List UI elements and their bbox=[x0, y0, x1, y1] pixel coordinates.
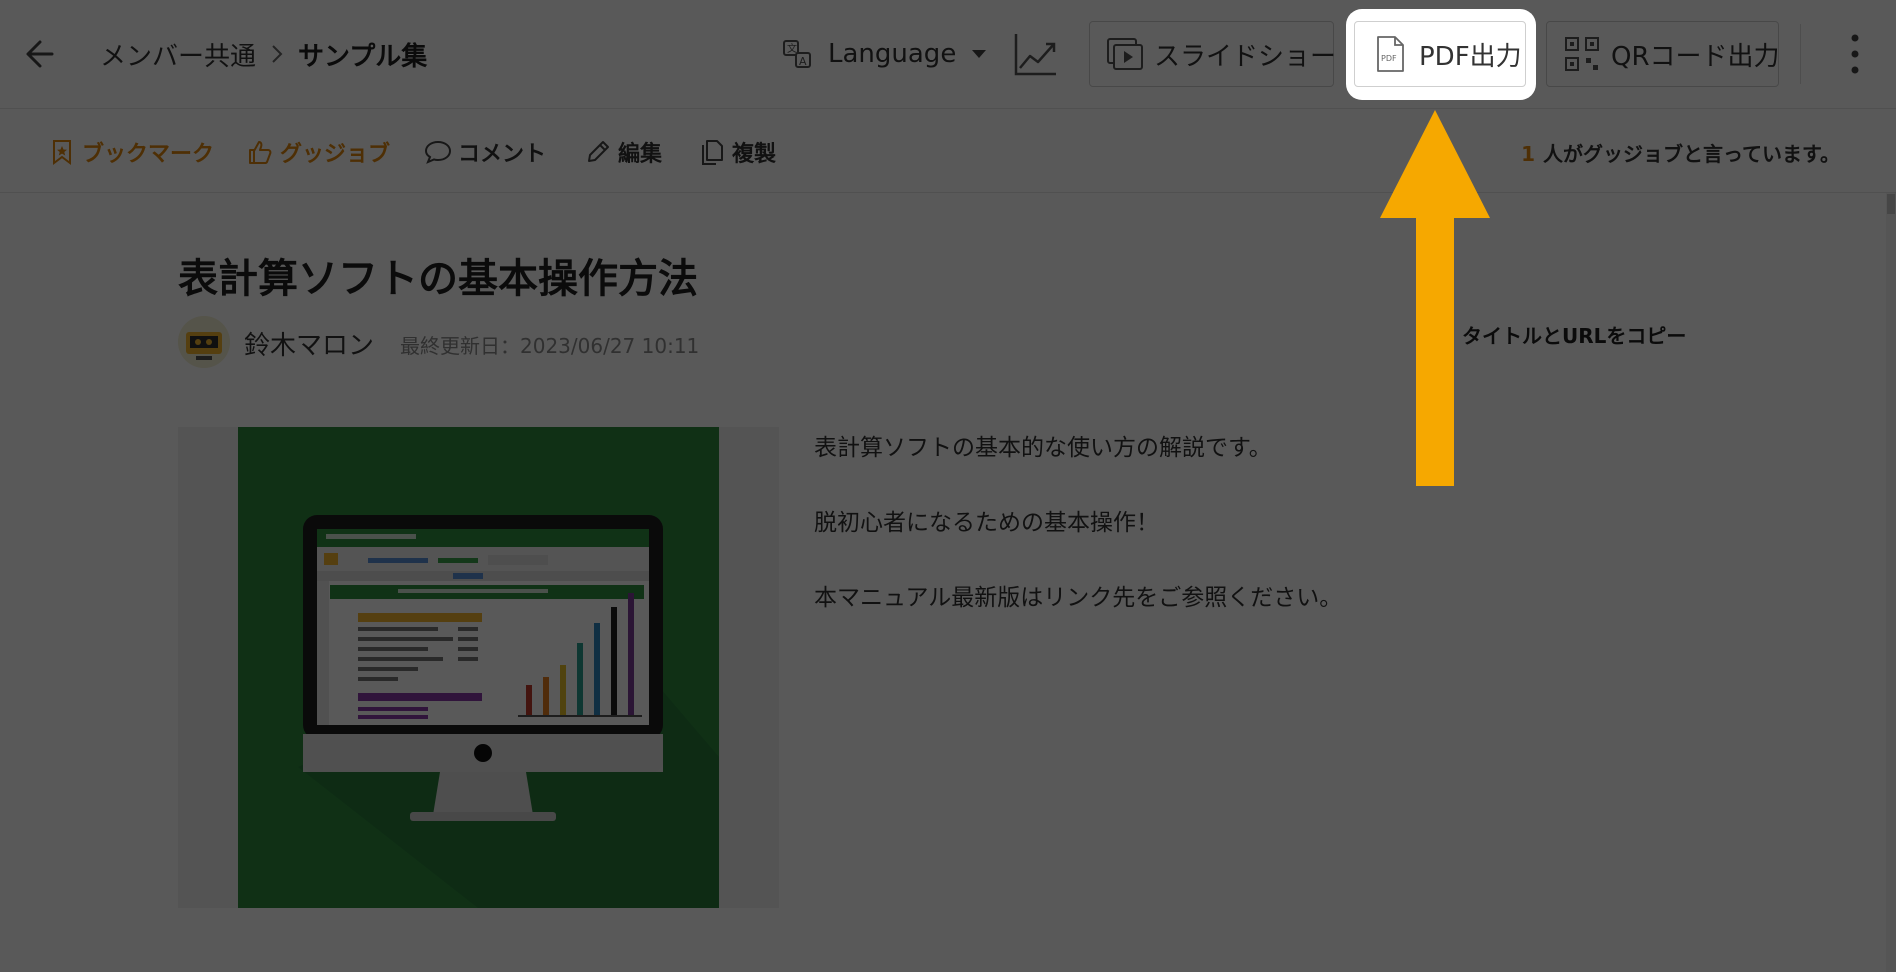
breadcrumb: メンバー共通 サンプル集 bbox=[100, 34, 427, 74]
goodjob-button[interactable]: グッジョブ bbox=[246, 134, 390, 170]
scrollbar-track[interactable] bbox=[1886, 193, 1896, 972]
bookmark-icon bbox=[53, 140, 71, 165]
goodjob-count-number[interactable]: 1 bbox=[1521, 142, 1535, 166]
svg-text:PDF: PDF bbox=[1381, 54, 1397, 63]
qr-code-icon bbox=[1565, 37, 1599, 71]
description-line: 脱初心者になるための基本操作！ bbox=[814, 510, 1159, 536]
duplicate-label: 複製 bbox=[732, 142, 777, 167]
bookmark-label: ブックマーク bbox=[82, 142, 215, 167]
svg-text:文: 文 bbox=[787, 42, 797, 55]
avatar[interactable] bbox=[178, 316, 230, 368]
slideshow-button[interactable]: スライドショー bbox=[1089, 21, 1337, 87]
thumbs-up-icon bbox=[249, 141, 272, 164]
last-updated: 最終更新日：2023/06/27 10:11 bbox=[400, 334, 700, 358]
edit-label: 編集 bbox=[618, 142, 663, 167]
scrollbar-thumb[interactable] bbox=[1887, 194, 1895, 214]
breadcrumb-current: サンプル集 bbox=[298, 41, 428, 72]
edit-button[interactable]: 編集 bbox=[584, 134, 662, 170]
pdf-export-label: PDF出力 bbox=[1419, 41, 1522, 72]
pdf-file-icon: PDF bbox=[1377, 36, 1404, 72]
duplicate-icon bbox=[702, 140, 723, 165]
pointer-arrow bbox=[1380, 110, 1490, 486]
chevron-right-icon bbox=[272, 45, 283, 63]
language-label: Language bbox=[828, 39, 957, 69]
highlight-spotlight: PDF PDF出力 bbox=[1346, 9, 1536, 100]
arrow-left-icon bbox=[26, 40, 54, 68]
arrow-up-icon bbox=[1380, 110, 1490, 486]
slideshow-label: スライドショー bbox=[1154, 41, 1337, 72]
article-thumbnail bbox=[178, 427, 779, 908]
app-window: メンバー共通 サンプル集 文 A Language スライドショー QRコード出… bbox=[0, 0, 1896, 972]
duplicate-button[interactable]: 複製 bbox=[698, 134, 776, 170]
header-bar: メンバー共通 サンプル集 文 A Language スライドショー QRコード出… bbox=[0, 0, 1896, 109]
analytics-button[interactable] bbox=[1012, 30, 1060, 78]
goodjob-count-text: 1 人がグッジョブと言っています。 bbox=[1521, 138, 1840, 167]
author-name[interactable]: 鈴木マロン bbox=[244, 325, 374, 362]
caret-down-icon bbox=[972, 50, 987, 58]
pencil-icon bbox=[588, 141, 609, 162]
translate-icon: 文 A bbox=[783, 40, 811, 68]
svg-text:A: A bbox=[799, 55, 807, 68]
page-title: 表計算ソフトの基本操作方法 bbox=[178, 256, 698, 302]
speech-bubble-icon bbox=[424, 140, 452, 164]
line-chart-icon bbox=[1014, 34, 1056, 76]
language-dropdown[interactable]: 文 A Language bbox=[782, 34, 988, 74]
slideshow-icon bbox=[1107, 38, 1143, 70]
description-line: 表計算ソフトの基本的な使い方の解説です。 bbox=[814, 435, 1272, 461]
qr-code-button[interactable]: QRコード出力 bbox=[1546, 21, 1780, 87]
header-divider bbox=[1800, 24, 1801, 84]
breadcrumb-parent[interactable]: メンバー共通 bbox=[100, 36, 256, 73]
author-avatar-icon bbox=[178, 316, 230, 368]
description-line: 本マニュアル最新版はリンク先をご参照ください。 bbox=[814, 585, 1343, 611]
vertical-ellipsis-icon bbox=[1851, 34, 1859, 74]
goodjob-count-label: 人がグッジョブと言っています。 bbox=[1543, 142, 1840, 166]
qr-code-label: QRコード出力 bbox=[1611, 41, 1780, 72]
goodjob-label: グッジョブ bbox=[280, 142, 391, 167]
spreadsheet-monitor-illustration bbox=[178, 427, 779, 908]
comment-button[interactable]: コメント bbox=[424, 134, 546, 170]
copy-title-url-link[interactable]: タイトルとURLをコピー bbox=[1462, 320, 1686, 349]
bookmark-button[interactable]: ブックマーク bbox=[48, 134, 214, 170]
pdf-export-button[interactable]: PDF PDF出力 bbox=[1354, 21, 1526, 87]
comment-label: コメント bbox=[458, 142, 547, 167]
back-button[interactable] bbox=[18, 34, 58, 74]
more-menu-button[interactable] bbox=[1840, 30, 1870, 78]
